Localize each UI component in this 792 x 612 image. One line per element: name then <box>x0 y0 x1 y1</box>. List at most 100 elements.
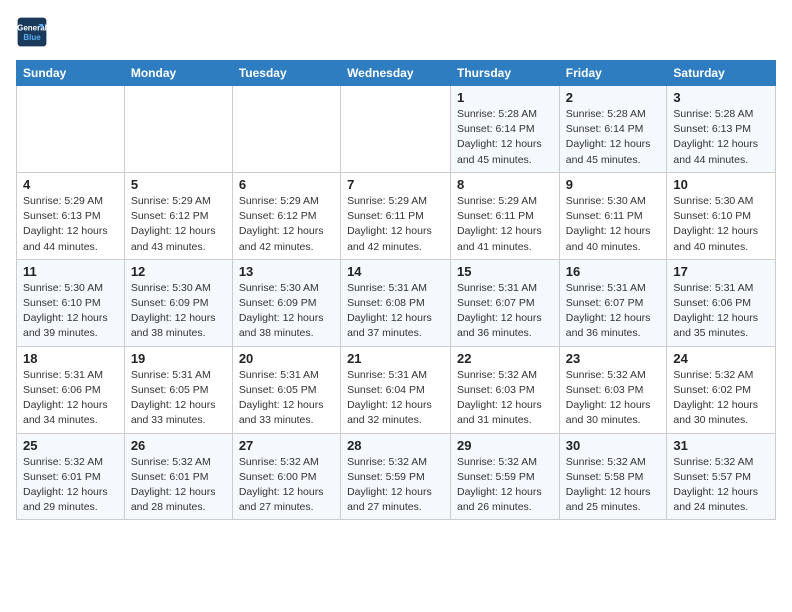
day-info: Sunrise: 5:31 AM Sunset: 6:08 PM Dayligh… <box>347 281 444 342</box>
calendar-cell: 13Sunrise: 5:30 AM Sunset: 6:09 PM Dayli… <box>232 259 340 346</box>
weekday-header-monday: Monday <box>124 61 232 86</box>
day-number: 14 <box>347 264 444 279</box>
day-number: 10 <box>673 177 769 192</box>
calendar-cell: 28 Sunrise: 5:32 AM Sunset: 5:59 PM Dayli… <box>341 433 451 520</box>
day-number: 19 <box>131 351 226 366</box>
weekday-header-sunday: Sunday <box>17 61 125 86</box>
calendar-week-4: 18 Sunrise: 5:31 AM Sunset: 6:06 PM Dayli… <box>17 346 776 433</box>
day-number: 25 <box>23 438 118 453</box>
weekday-header-row: SundayMondayTuesdayWednesdayThursdayFrid… <box>17 61 776 86</box>
day-number: 7 <box>347 177 444 192</box>
day-number: 26 <box>131 438 226 453</box>
day-info: Sunrise: 5:28 AM Sunset: 6:13 PM Dayligh… <box>673 107 769 168</box>
day-info: Sunrise: 5:32 AM Sunset: 6:03 PM Dayligh… <box>457 368 553 429</box>
day-number: 16 <box>566 264 661 279</box>
calendar-cell <box>341 86 451 173</box>
calendar-cell: 16 Sunrise: 5:31 AM Sunset: 6:07 PM Dayli… <box>559 259 667 346</box>
day-number: 17 <box>673 264 769 279</box>
day-info: Sunrise: 5:31 AM Sunset: 6:07 PM Dayligh… <box>566 281 661 342</box>
logo-icon: General Blue <box>16 16 48 48</box>
day-info: Sunrise: 5:32 AM Sunset: 6:03 PM Dayligh… <box>566 368 661 429</box>
calendar-cell: 22 Sunrise: 5:32 AM Sunset: 6:03 PM Dayli… <box>451 346 560 433</box>
weekday-header-wednesday: Wednesday <box>341 61 451 86</box>
day-number: 29 <box>457 438 553 453</box>
calendar-cell: 12 Sunrise: 5:30 AM Sunset: 6:09 PM Dayli… <box>124 259 232 346</box>
day-info: Sunrise: 5:32 AM Sunset: 6:01 PM Dayligh… <box>131 455 226 516</box>
day-number: 18 <box>23 351 118 366</box>
day-number: 21 <box>347 351 444 366</box>
day-number: 28 <box>347 438 444 453</box>
day-number: 1 <box>457 90 553 105</box>
calendar-cell: 10 Sunrise: 5:30 AM Sunset: 6:10 PM Dayli… <box>667 172 776 259</box>
day-info: Sunrise: 5:28 AM Sunset: 6:14 PM Dayligh… <box>566 107 661 168</box>
day-number: 12 <box>131 264 226 279</box>
day-info: Sunrise: 5:29 AM Sunset: 6:13 PM Dayligh… <box>23 194 118 255</box>
weekday-header-friday: Friday <box>559 61 667 86</box>
calendar-cell: 18 Sunrise: 5:31 AM Sunset: 6:06 PM Dayli… <box>17 346 125 433</box>
calendar-week-5: 25 Sunrise: 5:32 AM Sunset: 6:01 PM Dayli… <box>17 433 776 520</box>
calendar-week-1: 1 Sunrise: 5:28 AM Sunset: 6:14 PM Daylig… <box>17 86 776 173</box>
day-number: 24 <box>673 351 769 366</box>
calendar-cell: 21 Sunrise: 5:31 AM Sunset: 6:04 PM Dayli… <box>341 346 451 433</box>
calendar-cell <box>232 86 340 173</box>
day-number: 31 <box>673 438 769 453</box>
day-info: Sunrise: 5:30 AM Sunset: 6:10 PM Dayligh… <box>23 281 118 342</box>
calendar-cell: 23 Sunrise: 5:32 AM Sunset: 6:03 PM Dayli… <box>559 346 667 433</box>
calendar-cell: 20 Sunrise: 5:31 AM Sunset: 6:05 PM Dayli… <box>232 346 340 433</box>
day-info: Sunrise: 5:31 AM Sunset: 6:04 PM Dayligh… <box>347 368 444 429</box>
day-number: 22 <box>457 351 553 366</box>
calendar-cell: 4 Sunrise: 5:29 AM Sunset: 6:13 PM Daylig… <box>17 172 125 259</box>
weekday-header-thursday: Thursday <box>451 61 560 86</box>
page-header: General Blue <box>16 16 776 48</box>
day-info: Sunrise: 5:31 AM Sunset: 6:05 PM Dayligh… <box>239 368 334 429</box>
day-number: 27 <box>239 438 334 453</box>
day-info: Sunrise: 5:28 AM Sunset: 6:14 PM Dayligh… <box>457 107 553 168</box>
calendar-table: SundayMondayTuesdayWednesdayThursdayFrid… <box>16 60 776 520</box>
day-info: Sunrise: 5:31 AM Sunset: 6:06 PM Dayligh… <box>673 281 769 342</box>
calendar-cell: 1 Sunrise: 5:28 AM Sunset: 6:14 PM Daylig… <box>451 86 560 173</box>
day-number: 9 <box>566 177 661 192</box>
day-info: Sunrise: 5:32 AM Sunset: 5:59 PM Dayligh… <box>457 455 553 516</box>
day-number: 13 <box>239 264 334 279</box>
day-info: Sunrise: 5:32 AM Sunset: 6:01 PM Dayligh… <box>23 455 118 516</box>
day-number: 30 <box>566 438 661 453</box>
calendar-cell: 19 Sunrise: 5:31 AM Sunset: 6:05 PM Dayli… <box>124 346 232 433</box>
calendar-cell <box>17 86 125 173</box>
calendar-cell: 7 Sunrise: 5:29 AM Sunset: 6:11 PM Daylig… <box>341 172 451 259</box>
day-number: 23 <box>566 351 661 366</box>
day-number: 4 <box>23 177 118 192</box>
day-number: 20 <box>239 351 334 366</box>
day-info: Sunrise: 5:32 AM Sunset: 5:58 PM Dayligh… <box>566 455 661 516</box>
day-info: Sunrise: 5:31 AM Sunset: 6:05 PM Dayligh… <box>131 368 226 429</box>
calendar-cell: 24 Sunrise: 5:32 AM Sunset: 6:02 PM Dayli… <box>667 346 776 433</box>
calendar-cell: 14 Sunrise: 5:31 AM Sunset: 6:08 PM Dayli… <box>341 259 451 346</box>
calendar-cell: 25 Sunrise: 5:32 AM Sunset: 6:01 PM Dayli… <box>17 433 125 520</box>
day-info: Sunrise: 5:31 AM Sunset: 6:06 PM Dayligh… <box>23 368 118 429</box>
calendar-cell: 2Sunrise: 5:28 AM Sunset: 6:14 PM Daylig… <box>559 86 667 173</box>
day-info: Sunrise: 5:32 AM Sunset: 6:02 PM Dayligh… <box>673 368 769 429</box>
weekday-header-saturday: Saturday <box>667 61 776 86</box>
day-info: Sunrise: 5:32 AM Sunset: 6:00 PM Dayligh… <box>239 455 334 516</box>
calendar-cell: 30 Sunrise: 5:32 AM Sunset: 5:58 PM Dayli… <box>559 433 667 520</box>
calendar-cell <box>124 86 232 173</box>
day-info: Sunrise: 5:32 AM Sunset: 5:57 PM Dayligh… <box>673 455 769 516</box>
svg-text:Blue: Blue <box>23 33 41 42</box>
calendar-cell: 3Sunrise: 5:28 AM Sunset: 6:13 PM Daylig… <box>667 86 776 173</box>
calendar-week-3: 11Sunrise: 5:30 AM Sunset: 6:10 PM Dayli… <box>17 259 776 346</box>
day-info: Sunrise: 5:31 AM Sunset: 6:07 PM Dayligh… <box>457 281 553 342</box>
day-number: 6 <box>239 177 334 192</box>
day-number: 5 <box>131 177 226 192</box>
calendar-cell: 31 Sunrise: 5:32 AM Sunset: 5:57 PM Dayli… <box>667 433 776 520</box>
day-number: 8 <box>457 177 553 192</box>
calendar-cell: 6Sunrise: 5:29 AM Sunset: 6:12 PM Daylig… <box>232 172 340 259</box>
day-info: Sunrise: 5:30 AM Sunset: 6:09 PM Dayligh… <box>131 281 226 342</box>
calendar-cell: 8 Sunrise: 5:29 AM Sunset: 6:11 PM Daylig… <box>451 172 560 259</box>
day-info: Sunrise: 5:29 AM Sunset: 6:11 PM Dayligh… <box>347 194 444 255</box>
calendar-cell: 26 Sunrise: 5:32 AM Sunset: 6:01 PM Dayli… <box>124 433 232 520</box>
calendar-cell: 5Sunrise: 5:29 AM Sunset: 6:12 PM Daylig… <box>124 172 232 259</box>
day-info: Sunrise: 5:30 AM Sunset: 6:10 PM Dayligh… <box>673 194 769 255</box>
day-info: Sunrise: 5:30 AM Sunset: 6:11 PM Dayligh… <box>566 194 661 255</box>
calendar-cell: 27 Sunrise: 5:32 AM Sunset: 6:00 PM Dayli… <box>232 433 340 520</box>
day-info: Sunrise: 5:29 AM Sunset: 6:11 PM Dayligh… <box>457 194 553 255</box>
day-info: Sunrise: 5:32 AM Sunset: 5:59 PM Dayligh… <box>347 455 444 516</box>
